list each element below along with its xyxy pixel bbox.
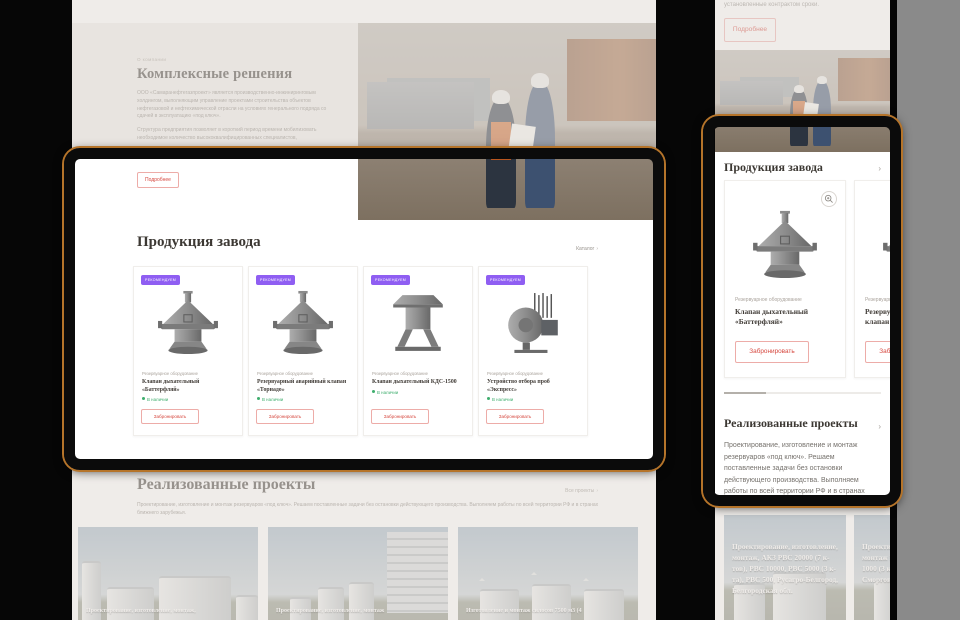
projects-section-title: Реализованные проекты — [724, 416, 858, 431]
about-paragraph-2: Структура предприятия позволяет в коротк… — [137, 127, 336, 143]
reserve-button[interactable]: Забронировать — [865, 341, 890, 363]
product-card[interactable]: Резервуарное оборудование Резервуарный а… — [854, 180, 890, 378]
product-title: Клапан дыхательный «Баттерфляй» — [735, 307, 837, 327]
recommend-badge: Рекомендуем — [256, 275, 295, 285]
product-card[interactable]: Рекомендуем Резервуарное оборудование Кл… — [363, 266, 473, 436]
tank — [874, 580, 890, 620]
building — [387, 532, 448, 613]
rusty-tank-silhouette — [567, 39, 656, 122]
zoom-icon[interactable] — [821, 191, 837, 207]
worker-figure — [790, 89, 808, 146]
product-cards-carousel: Резервуарное оборудование Клапан дыхател… — [724, 180, 890, 378]
chevron-right-icon: › — [596, 488, 598, 494]
reserve-button[interactable]: Забронировать — [735, 341, 809, 363]
presentation-canvas: О компании Комплексные решения ООО «Сама… — [0, 0, 960, 620]
product-category: Резервуарное оборудование — [487, 371, 581, 376]
stock-dot-icon — [487, 397, 490, 400]
containers-silhouette — [720, 81, 783, 105]
all-projects-link[interactable]: Все проекты› — [565, 488, 598, 494]
product-cards-row: Рекомендуем Резервуарное оборудование Кл… — [133, 266, 588, 436]
intro-text-fragment: установленные контрактом сроки. — [724, 2, 819, 8]
reserve-button[interactable]: Забронировать — [256, 409, 314, 424]
stock-dot-icon — [372, 390, 375, 393]
recommend-badge: Рекомендуем — [486, 275, 525, 285]
about-paragraph-1: ООО «Самаранефтегазпроект» является прои… — [137, 90, 336, 121]
breather-valve-image — [157, 289, 219, 357]
workers-photo — [358, 23, 656, 220]
document-in-hands — [803, 102, 819, 118]
catalog-link[interactable]: Каталог› — [576, 246, 598, 252]
product-title: Устройство отбора проб «Экспресс» — [487, 379, 581, 394]
project-card[interactable]: Проектирование, изготовление, монтаж, — [78, 527, 258, 620]
rusty-tank-silhouette — [838, 58, 891, 101]
worker-figure — [486, 98, 516, 208]
side-gray-panel — [897, 0, 960, 620]
project-caption: Изготовление и монтаж силосов 7500 м3 (4 — [466, 607, 630, 616]
about-section: О компании Комплексные решения ООО «Сама… — [72, 23, 362, 148]
project-caption: Проектирование, изготовление, монтаж — [276, 607, 440, 616]
containers-silhouette — [367, 82, 474, 129]
stock-dot-icon — [257, 397, 260, 400]
projects-description: Проектирование, изготовление и монтаж ре… — [137, 502, 612, 518]
reserve-button[interactable]: Забронировать — [141, 409, 199, 424]
document-in-hands — [508, 124, 535, 155]
project-cards-row: Проектирование, изготовление, монтаж, Пр… — [78, 527, 638, 620]
stock-status: В наличии — [257, 397, 351, 402]
stock-status: В наличии — [487, 397, 581, 402]
product-card[interactable]: Резервуарное оборудование Клапан дыхател… — [724, 180, 846, 378]
product-category: Резервуарное оборудование — [735, 297, 837, 303]
project-card[interactable]: Проектирование, изготовление, монтаж РВС… — [854, 515, 890, 620]
reserve-button[interactable]: Забронировать — [486, 409, 544, 424]
projects-section-title: Реализованные проекты — [137, 476, 315, 494]
projects-description: Проектирование, изготовление и монтаж ре… — [724, 440, 881, 510]
product-card[interactable]: Рекомендуем Резервуарное оборудование Ре… — [248, 266, 358, 436]
product-category: Резервуарное оборудование — [372, 371, 466, 376]
carousel-scrollbar — [724, 392, 881, 394]
product-title: Клапан дыхательный «Баттерфляй» — [142, 379, 236, 394]
project-cards-row: Проектирование, изготовление, монтаж, АК… — [724, 515, 890, 620]
project-card[interactable]: Проектирование, изготовление, монтаж — [268, 527, 448, 620]
project-card[interactable]: Изготовление и монтаж силосов 7500 м3 (4 — [458, 527, 638, 620]
chevron-right-icon[interactable]: › — [878, 422, 881, 431]
stock-status: В наличии — [372, 390, 466, 395]
chevron-right-icon: › — [596, 246, 598, 252]
mobile-page-screenshot: установленные контрактом сроки. Подробне… — [715, 0, 890, 620]
carousel-scrollbar-thumb[interactable] — [724, 392, 766, 394]
project-caption: Проектирование, изготовление, монтаж РВС… — [862, 541, 890, 585]
more-button[interactable]: Подробнее — [137, 172, 179, 188]
product-card[interactable]: Рекомендуем Резервуарное оборудование Ус… — [478, 266, 588, 436]
product-title: Резервуарный аварийный клапан «Торнадо» — [257, 379, 351, 394]
product-card[interactable]: Рекомендуем Резервуарное оборудование Кл… — [133, 266, 243, 436]
stock-dot-icon — [142, 397, 145, 400]
products-section-title: Продукция завода — [137, 234, 261, 251]
recommend-badge: Рекомендуем — [141, 275, 180, 285]
project-caption: Проектирование, изготовление, монтаж, АК… — [732, 541, 842, 596]
about-title: Комплексные решения — [137, 66, 336, 83]
product-category: Резервуарное оборудование — [142, 371, 236, 376]
chevron-right-icon[interactable]: › — [878, 164, 881, 173]
breather-valve-image — [882, 209, 890, 281]
workers-photo — [715, 50, 890, 152]
more-button[interactable]: Подробнее — [724, 18, 776, 42]
breather-valve-image — [752, 209, 818, 281]
kds-valve-image — [387, 289, 449, 357]
stock-status: В наличии — [142, 397, 236, 402]
product-title: Резервуарный аварийный клапан «Торнадо» — [865, 307, 890, 327]
reserve-button[interactable]: Забронировать — [371, 409, 429, 424]
product-category: Резервуарное оборудование — [865, 297, 890, 303]
project-caption: Проектирование, изготовление, монтаж, — [86, 607, 250, 616]
products-section-title: Продукция завода — [724, 160, 823, 175]
product-category: Резервуарное оборудование — [257, 371, 351, 376]
recommend-badge: Рекомендуем — [371, 275, 410, 285]
product-title: Клапан дыхательный КДС-1500 — [372, 379, 466, 387]
about-label: О компании — [137, 57, 336, 62]
sampler-device-image — [502, 289, 564, 357]
project-card[interactable]: Проектирование, изготовление, монтаж, АК… — [724, 515, 846, 620]
desktop-page-screenshot: О компании Комплексные решения ООО «Сама… — [72, 0, 656, 620]
breather-valve-image — [272, 289, 334, 357]
